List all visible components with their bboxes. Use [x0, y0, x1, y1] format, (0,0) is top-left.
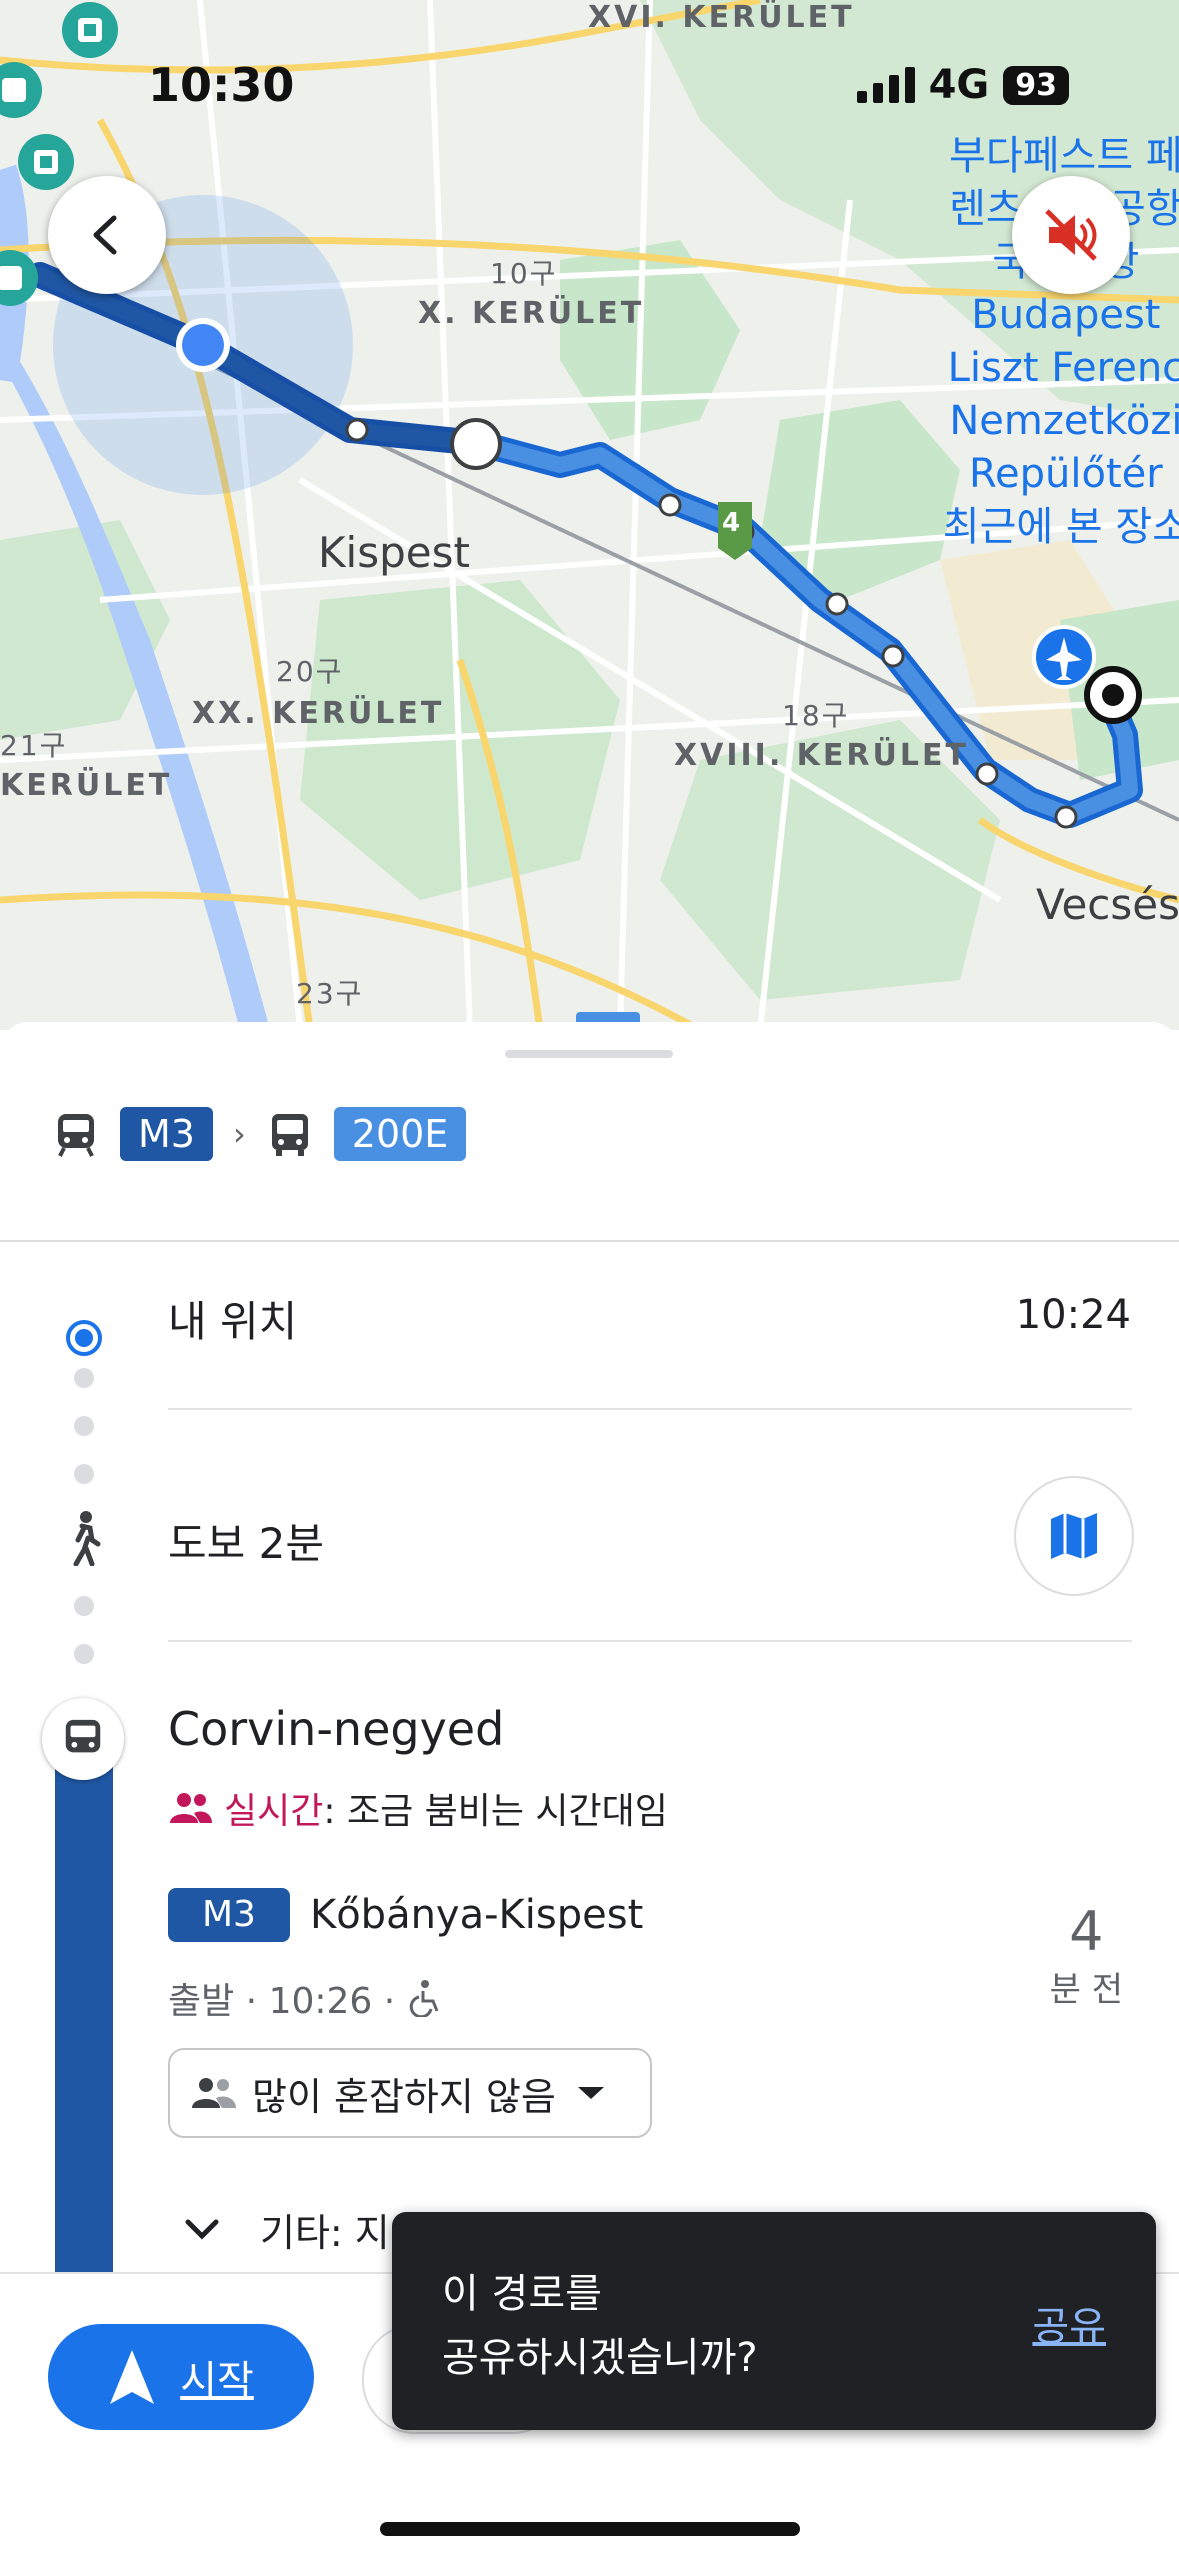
map-view[interactable]: XVI. KERÜLET 10구 X. KERÜLET Kispest 20구 …: [0, 0, 1179, 1030]
departure-info: 출발 · 10:26 ·: [168, 1972, 441, 2024]
countdown: 4 분 전: [1050, 1902, 1123, 2011]
realtime-text: : 조금 붐비는 시간대임: [323, 1791, 668, 1832]
map-label-district-20: XX. KERÜLET: [192, 696, 445, 731]
summary-line-m3: M3: [120, 1107, 213, 1161]
wheelchair-icon: [410, 1980, 439, 2017]
mute-button[interactable]: [1012, 176, 1130, 294]
path-dot: [74, 1416, 94, 1436]
countdown-label: 분 전: [1049, 1970, 1123, 2010]
start-label: 시작: [180, 2358, 254, 2404]
path-dot: [74, 1464, 94, 1484]
airport-ko-line1: 부다페스트 페: [949, 133, 1179, 179]
stop-marker: [42, 1698, 124, 1780]
map-label-district-10: X. KERÜLET: [418, 296, 645, 331]
map-icon: [1051, 1513, 1097, 1559]
status-indicators: 4G 93: [856, 62, 1069, 108]
crowd-level-label: 많이 혼잡하지 않음: [252, 2074, 556, 2119]
show-walk-map-button[interactable]: [1014, 1476, 1134, 1596]
path-dot: [74, 1596, 94, 1616]
people-icon: [192, 2078, 236, 2108]
m3-line-bar: [55, 1742, 113, 2342]
bus-icon: [271, 1114, 308, 1156]
subway-icon: [65, 1719, 101, 1753]
map-label-district-10-ko: 10구: [490, 257, 558, 290]
battery-level: 93: [1003, 65, 1069, 105]
map-label-district-21-ko: 21구: [0, 729, 68, 762]
status-time: 10:30: [148, 58, 295, 112]
airport-line4: Repülőtér: [969, 451, 1163, 497]
route-summary: M3 › 200E: [52, 1102, 467, 1166]
origin-dot-icon: [66, 1320, 102, 1356]
sheet-drag-handle[interactable]: [505, 1050, 673, 1058]
map-label-district-20-ko: 20구: [276, 655, 344, 688]
map-label-district-23-ko: 23구: [296, 977, 364, 1010]
airport-recent: 최근에 본 장소: [942, 504, 1179, 550]
countdown-minutes: 4: [1069, 1900, 1104, 1963]
caret-down-icon: [577, 2087, 604, 2099]
network-type: 4G: [928, 62, 990, 108]
people-icon: [170, 1793, 212, 1823]
divider: [168, 1640, 1132, 1642]
chevron-left-icon: [93, 215, 117, 255]
realtime-crowd-info: 실시간: 조금 붐비는 시간대임: [168, 1782, 668, 1834]
map-label-district-21: KERÜLET: [0, 768, 173, 803]
share-button[interactable]: 공유: [1032, 2294, 1106, 2352]
other-options-toggle[interactable]: 기타: 지: [168, 2202, 390, 2257]
realtime-label: 실시간: [224, 1791, 324, 1832]
walk-label: 도보 2분: [168, 1519, 324, 1568]
chevron-down-icon: [185, 2219, 219, 2240]
volume-muted-icon: [1045, 209, 1097, 261]
home-indicator[interactable]: [380, 2522, 800, 2536]
divider: [168, 1408, 1132, 1410]
line-chip-m3: M3: [168, 1888, 290, 1942]
snackbar-line2: 공유하시겠습니까?: [442, 2335, 758, 2381]
origin-label: 내 위치: [168, 1297, 298, 1346]
signal-icon: [856, 67, 915, 103]
origin-time: 10:24: [1015, 1292, 1131, 1338]
share-route-snackbar: 이 경로를 공유하시겠습니까? 공유: [392, 2212, 1156, 2430]
direction-label: Kőbánya-Kispest: [309, 1892, 644, 1938]
snackbar-message: 이 경로를 공유하시겠습니까?: [442, 2262, 922, 2390]
walking-icon: [73, 1511, 101, 1566]
divider: [0, 1240, 1179, 1242]
chevron-right-icon: ›: [232, 1115, 246, 1153]
map-label-vecses: Vecsés: [1036, 880, 1179, 929]
departure-time: 출발 · 10:26 ·: [168, 1981, 396, 2022]
airport-line1: Budapest: [971, 292, 1161, 338]
map-label-district-16: XVI. KERÜLET: [588, 0, 855, 35]
crowd-level-dropdown[interactable]: 많이 혼잡하지 않음: [168, 2048, 652, 2138]
snackbar-line1: 이 경로를: [442, 2271, 602, 2317]
airport-line3: Nemzetközi: [949, 398, 1179, 444]
path-dot: [74, 1368, 94, 1388]
airport-line2: Liszt Ferenc: [947, 345, 1179, 391]
map-label-district-18-ko: 18구: [782, 699, 850, 732]
other-options-label: 기타: 지: [260, 2211, 390, 2255]
map-stop-badge: 4: [722, 508, 741, 538]
subway-icon: [58, 1114, 94, 1157]
navigation-arrow-icon: [110, 2350, 155, 2404]
back-button[interactable]: [48, 176, 166, 294]
start-navigation-button[interactable]: 시작: [48, 2324, 314, 2430]
map-label-kispest: Kispest: [318, 528, 470, 577]
summary-line-200e: 200E: [333, 1107, 467, 1161]
map-label-district-18: XVIII. KERÜLET: [674, 738, 969, 773]
stop-name[interactable]: Corvin-negyed: [168, 1702, 504, 1756]
path-dot: [74, 1644, 94, 1664]
departure-line[interactable]: M3 Kőbánya-Kispest: [168, 1888, 643, 1942]
